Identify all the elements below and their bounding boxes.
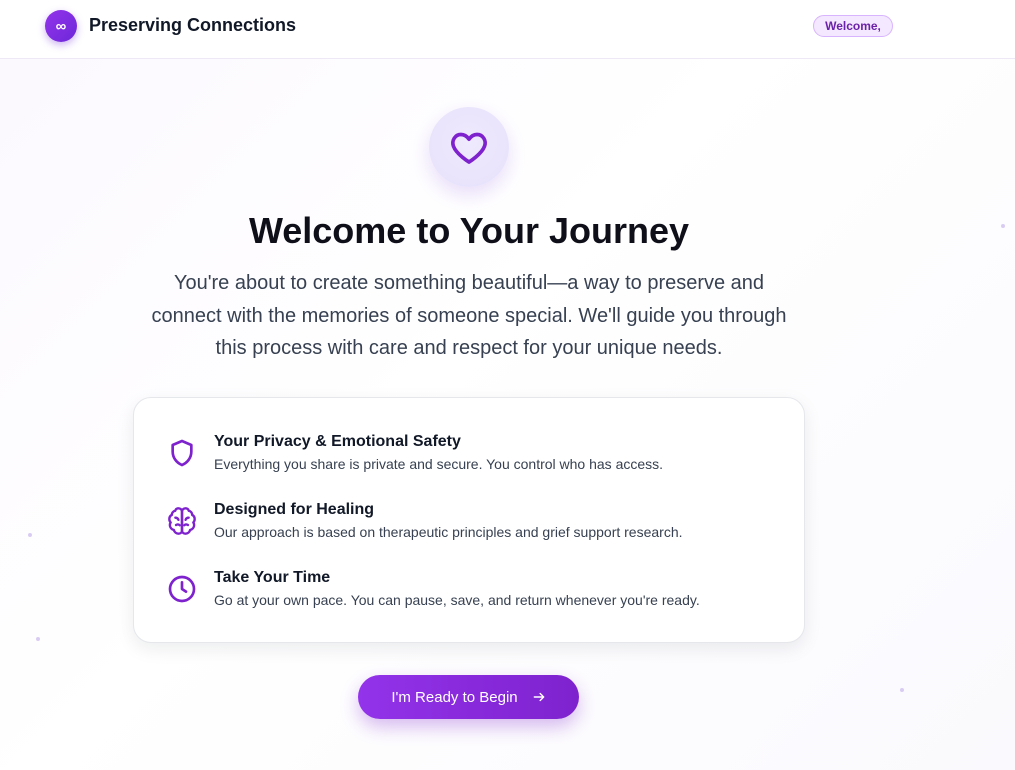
feature-description: Everything you share is private and secu… bbox=[214, 456, 664, 472]
decorative-dot bbox=[900, 688, 904, 692]
logo-infinity-icon[interactable]: ∞ bbox=[45, 10, 77, 42]
heart-icon bbox=[451, 132, 487, 164]
feature-healing: Designed for Healing Our approach is bas… bbox=[134, 501, 804, 545]
feature-description: Go at your own pace. You can pause, save… bbox=[214, 592, 700, 608]
arrow-right-icon bbox=[533, 692, 544, 702]
welcome-badge: Welcome, bbox=[813, 15, 893, 37]
feature-description: Our approach is based on therapeutic pri… bbox=[214, 524, 683, 540]
top-header: ∞ Preserving Connections Welcome, bbox=[0, 0, 1015, 59]
decorative-dot bbox=[1001, 224, 1005, 228]
decorative-dot bbox=[36, 637, 40, 641]
features-card: Your Privacy & Emotional Safety Everythi… bbox=[133, 397, 805, 643]
feature-title: Your Privacy & Emotional Safety bbox=[214, 433, 461, 450]
feature-title: Take Your Time bbox=[214, 569, 331, 586]
clock-icon bbox=[168, 575, 196, 603]
feature-privacy: Your Privacy & Emotional Safety Everythi… bbox=[134, 433, 804, 477]
decorative-dot bbox=[28, 533, 32, 537]
shield-icon bbox=[171, 439, 193, 467]
hero-heart-badge bbox=[429, 107, 509, 187]
brain-icon bbox=[168, 507, 196, 535]
page-title: Welcome to Your Journey bbox=[248, 210, 690, 251]
brand-name[interactable]: Preserving Connections bbox=[89, 15, 296, 36]
begin-button[interactable]: I'm Ready to Begin bbox=[358, 675, 579, 719]
intro-text: You're about to create something beautif… bbox=[151, 272, 787, 359]
feature-title: Designed for Healing bbox=[214, 501, 375, 518]
begin-button-label: I'm Ready to Begin bbox=[391, 688, 518, 706]
feature-pace: Take Your Time Go at your own pace. You … bbox=[134, 569, 804, 613]
